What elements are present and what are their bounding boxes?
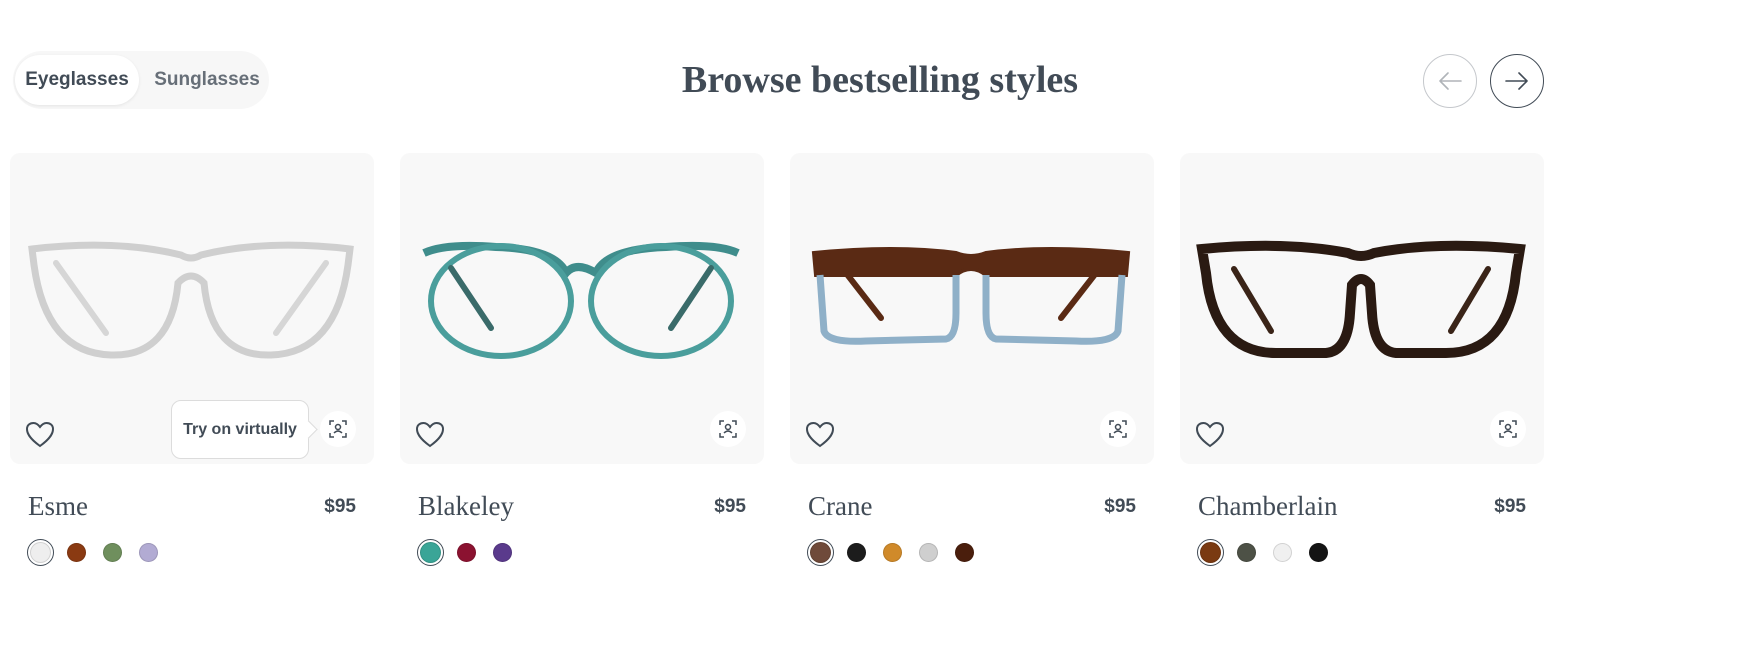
- product-price: $95: [324, 496, 356, 517]
- swatch-color-dot: [1237, 542, 1256, 562]
- color-swatch[interactable]: [27, 538, 54, 566]
- product-name[interactable]: Esme: [28, 491, 88, 522]
- face-scan-icon: [1499, 420, 1517, 438]
- face-scan-icon: [1109, 420, 1127, 438]
- product-image-area[interactable]: [400, 153, 764, 464]
- face-scan-icon: [719, 420, 737, 438]
- swatch-color-dot: [1273, 542, 1292, 562]
- product-name[interactable]: Blakeley: [418, 491, 514, 522]
- swatch-color-dot: [139, 542, 158, 562]
- color-swatch[interactable]: [489, 539, 516, 566]
- product-card[interactable]: Crane $95: [790, 153, 1154, 573]
- sunglasses-tab[interactable]: Sunglasses: [148, 55, 266, 105]
- swatch-color-dot: [955, 542, 974, 562]
- swatch-color-dot: [1309, 542, 1328, 562]
- product-card[interactable]: Esme $95: [10, 153, 374, 573]
- color-swatch[interactable]: [1305, 539, 1332, 566]
- color-swatch[interactable]: [807, 538, 834, 566]
- page-title: Browse bestselling styles: [681, 59, 1079, 101]
- swatch-color-dot: [847, 542, 866, 562]
- swatch-color-dot: [919, 542, 938, 562]
- color-swatch[interactable]: [1269, 539, 1296, 566]
- virtual-try-on-button[interactable]: [710, 411, 746, 447]
- swatch-color-dot: [103, 542, 122, 562]
- color-swatch[interactable]: [915, 539, 942, 566]
- swatch-color-dot: [30, 541, 51, 563]
- color-swatches: [417, 538, 516, 566]
- product-image-area[interactable]: [790, 153, 1154, 464]
- product-type-toggle: Eyeglasses Sunglasses: [13, 51, 269, 109]
- heart-icon[interactable]: [415, 421, 445, 449]
- heart-icon[interactable]: [25, 421, 55, 449]
- carousel-next-button[interactable]: [1490, 54, 1544, 108]
- color-swatches: [27, 538, 162, 566]
- product-price: $95: [714, 496, 746, 517]
- color-swatch[interactable]: [135, 539, 162, 566]
- product-name[interactable]: Chamberlain: [1198, 491, 1337, 522]
- virtual-try-on-button[interactable]: [320, 411, 356, 447]
- heart-icon[interactable]: [805, 421, 835, 449]
- swatch-color-dot: [1200, 541, 1221, 563]
- heart-icon[interactable]: [1195, 421, 1225, 449]
- virtual-try-on-button[interactable]: [1490, 411, 1526, 447]
- eyeglasses-frame-image: [28, 241, 354, 359]
- product-name[interactable]: Crane: [808, 491, 872, 522]
- color-swatch[interactable]: [1233, 539, 1260, 566]
- product-price: $95: [1494, 496, 1526, 517]
- swatch-color-dot: [883, 542, 902, 562]
- product-image-area[interactable]: [1180, 153, 1544, 464]
- color-swatches: [1197, 538, 1332, 566]
- eyeglasses-tab[interactable]: Eyeglasses: [15, 55, 139, 105]
- swatch-color-dot: [420, 541, 441, 563]
- swatch-color-dot: [67, 542, 86, 562]
- color-swatch[interactable]: [453, 539, 480, 566]
- try-on-tooltip: Try on virtually: [171, 400, 309, 459]
- color-swatch[interactable]: [1197, 538, 1224, 566]
- face-scan-icon: [329, 420, 347, 438]
- color-swatch[interactable]: [843, 539, 870, 566]
- product-card[interactable]: Chamberlain $95: [1180, 153, 1544, 573]
- color-swatch[interactable]: [879, 539, 906, 566]
- color-swatch[interactable]: [417, 538, 444, 566]
- swatch-color-dot: [810, 541, 831, 563]
- swatch-color-dot: [493, 542, 512, 562]
- color-swatch[interactable]: [63, 539, 90, 566]
- arrow-left-icon: [1439, 72, 1462, 90]
- product-card[interactable]: Blakeley $95: [400, 153, 764, 573]
- color-swatch[interactable]: [99, 539, 126, 566]
- eyeglasses-frame-image: [422, 241, 740, 359]
- swatch-color-dot: [457, 542, 476, 562]
- color-swatch[interactable]: [951, 539, 978, 566]
- carousel-prev-button[interactable]: [1423, 54, 1477, 108]
- eyeglasses-frame-image: [1196, 240, 1526, 358]
- color-swatches: [807, 538, 978, 566]
- virtual-try-on-button[interactable]: [1100, 411, 1136, 447]
- arrow-right-icon: [1505, 72, 1528, 90]
- product-price: $95: [1104, 496, 1136, 517]
- eyeglasses-frame-image: [811, 247, 1131, 345]
